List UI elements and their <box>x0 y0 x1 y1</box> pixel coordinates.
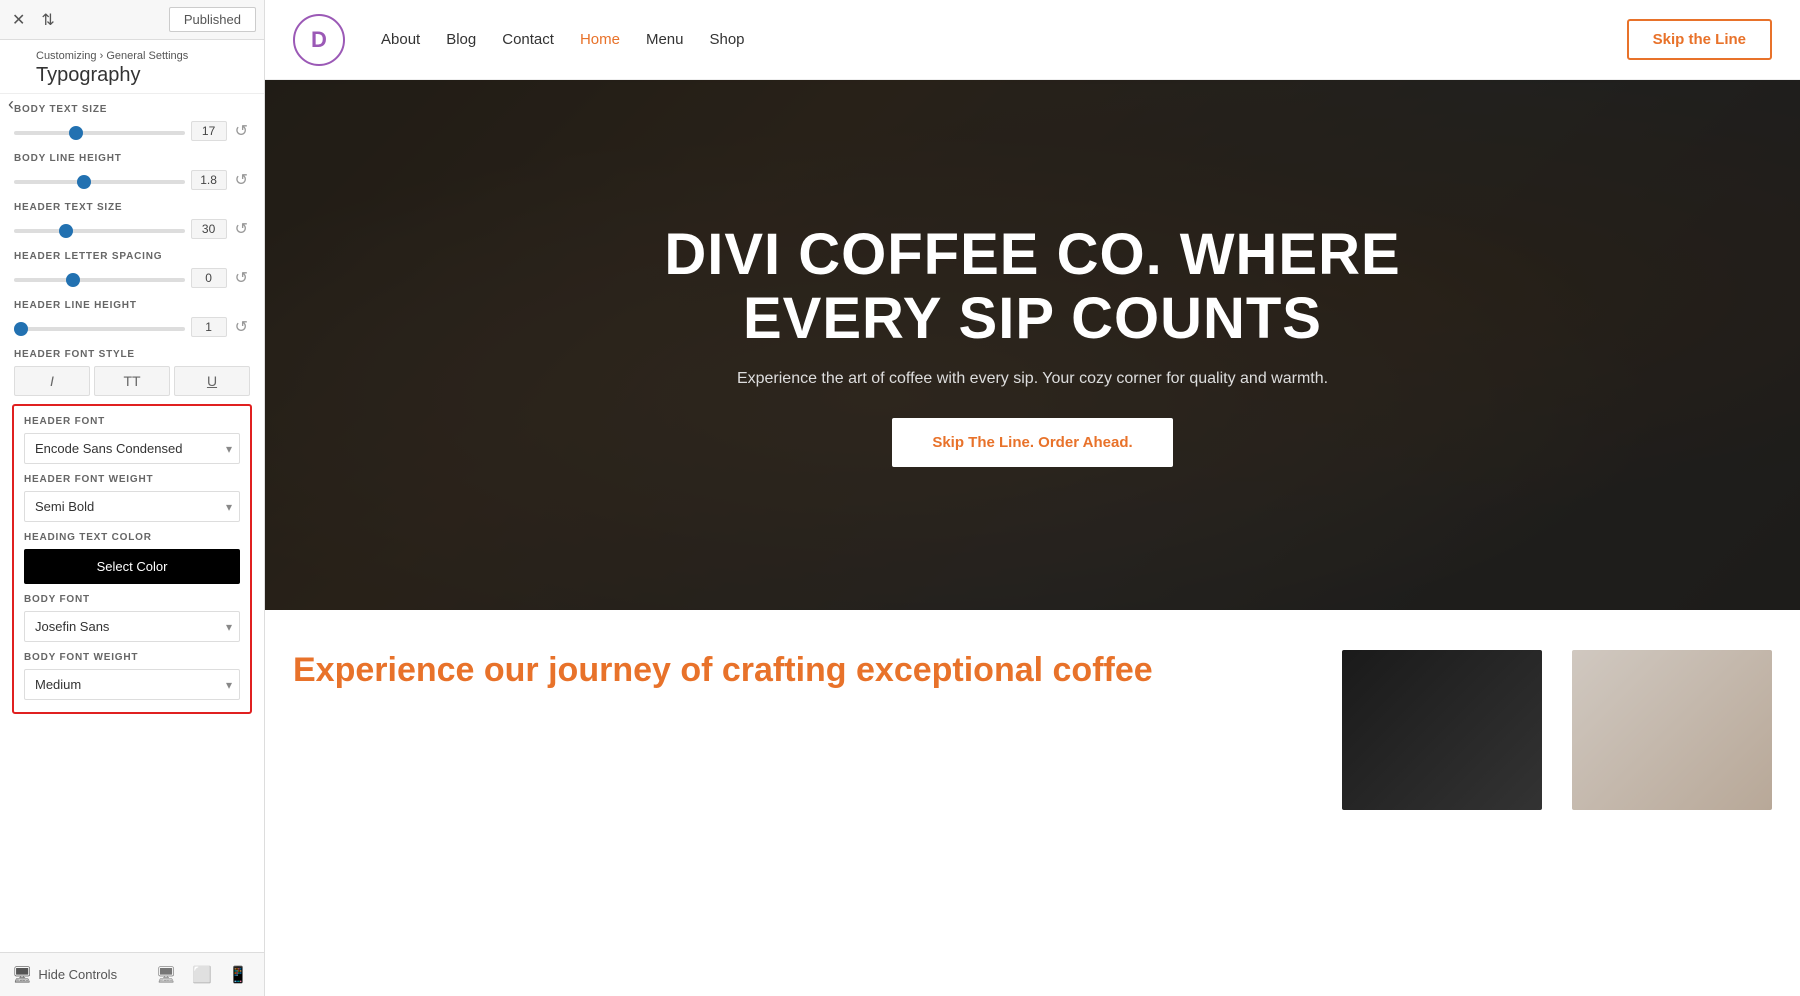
header-font-select-wrap: Encode Sans Condensed Arial Georgia Robo… <box>24 433 240 464</box>
header-letter-spacing-slider-wrap <box>14 269 185 287</box>
swap-icon[interactable]: ⇅ <box>37 8 58 32</box>
header-line-height-slider-wrap <box>14 318 185 336</box>
site-navigation: D About Blog Contact Home Menu Shop Skip… <box>265 0 1800 80</box>
left-panel: ✕ ⇅ Published ‹ Customizing › General Se… <box>0 0 265 996</box>
header-letter-spacing-reset[interactable]: ↺ <box>233 268 250 288</box>
site-logo: D <box>293 14 345 66</box>
nav-link-menu[interactable]: Menu <box>646 31 684 48</box>
header-line-height-reset[interactable]: ↺ <box>233 317 250 337</box>
header-line-height-row: 1 ↺ <box>14 317 250 337</box>
header-letter-spacing-label: HEADER LETTER SPACING <box>14 251 250 262</box>
header-letter-spacing-row: 0 ↺ <box>14 268 250 288</box>
body-line-height-row: 1.8 ↺ <box>14 170 250 190</box>
body-font-select[interactable]: Josefin Sans Arial Georgia Lato <box>24 611 240 642</box>
body-font-label: BODY FONT <box>24 594 240 605</box>
header-font-weight-select-wrap: Semi Bold Normal Bold Light ▾ <box>24 491 240 522</box>
controls-area: BODY TEXT SIZE 17 ↺ BODY LINE HEIGHT 1.8… <box>0 94 264 952</box>
header-text-size-slider-wrap <box>14 220 185 238</box>
header-text-size-label: HEADER TEXT SIZE <box>14 202 250 213</box>
header-text-size-input[interactable]: 30 <box>191 219 227 239</box>
breadcrumb: Customizing › General Settings <box>14 50 250 62</box>
select-color-button[interactable]: Select Color <box>24 549 240 584</box>
below-hero-image-2 <box>1572 650 1772 810</box>
body-line-height-input[interactable]: 1.8 <box>191 170 227 190</box>
close-icon[interactable]: ✕ <box>8 8 29 32</box>
mobile-icon[interactable]: 📱 <box>224 963 252 987</box>
panel-title: Typography <box>14 64 250 87</box>
body-text-size-label: BODY TEXT SIZE <box>14 104 250 115</box>
body-text-size-input[interactable]: 17 <box>191 121 227 141</box>
bottom-bar: 🖥 Hide Controls 🖥 ⬜ 📱 <box>0 952 264 996</box>
below-hero-image-1 <box>1342 650 1542 810</box>
hide-controls-label: Hide Controls <box>38 967 117 982</box>
nav-link-contact[interactable]: Contact <box>502 31 554 48</box>
header-font-weight-select[interactable]: Semi Bold Normal Bold Light <box>24 491 240 522</box>
body-text-size-slider-wrap <box>14 122 185 140</box>
hero-section: DIVI COFFEE CO. WHERE EVERY SIP COUNTS E… <box>265 80 1800 610</box>
nav-link-blog[interactable]: Blog <box>446 31 476 48</box>
nav-link-shop[interactable]: Shop <box>709 31 744 48</box>
header-font-label: HEADER FONT <box>24 416 240 427</box>
body-font-weight-label: BODY FONT WEIGHT <box>24 652 240 663</box>
body-text-size-slider[interactable] <box>14 131 185 135</box>
back-button[interactable]: ‹ <box>0 90 22 119</box>
font-style-italic-button[interactable]: I <box>14 366 90 396</box>
preview-area: D About Blog Contact Home Menu Shop Skip… <box>265 0 1800 996</box>
hero-subtitle: Experience the art of coffee with every … <box>653 370 1413 388</box>
below-hero-title: Experience our journey of crafting excep… <box>293 650 1312 691</box>
hero-cta-button[interactable]: Skip The Line. Order Ahead. <box>892 418 1172 467</box>
body-font-select-wrap: Josefin Sans Arial Georgia Lato ▾ <box>24 611 240 642</box>
nav-links: About Blog Contact Home Menu Shop <box>381 31 745 48</box>
header-text-size-row: 30 ↺ <box>14 219 250 239</box>
top-bar-icons: ✕ ⇅ <box>8 8 59 32</box>
heading-text-color-label: HEADING TEXT COLOR <box>24 532 240 543</box>
below-hero-text: Experience our journey of crafting excep… <box>293 650 1312 976</box>
header-font-weight-label: HEADER FONT WEIGHT <box>24 474 240 485</box>
body-line-height-slider-wrap <box>14 171 185 189</box>
font-style-tt-button[interactable]: TT <box>94 366 170 396</box>
body-text-size-reset[interactable]: ↺ <box>233 121 250 141</box>
header-line-height-input[interactable]: 1 <box>191 317 227 337</box>
highlighted-section: HEADER FONT Encode Sans Condensed Arial … <box>12 404 252 714</box>
font-style-underline-button[interactable]: U <box>174 366 250 396</box>
body-font-weight-select-wrap: Medium Normal Bold Light ▾ <box>24 669 240 700</box>
top-bar: ✕ ⇅ Published <box>0 0 264 40</box>
tablet-icon[interactable]: ⬜ <box>188 963 216 987</box>
header-font-style-label: HEADER FONT STYLE <box>14 349 250 360</box>
hide-controls-button[interactable]: 🖥 Hide Controls <box>12 965 117 985</box>
published-button[interactable]: Published <box>169 7 256 32</box>
breadcrumb-area: ‹ Customizing › General Settings Typogra… <box>0 40 264 94</box>
header-line-height-label: HEADER LINE HEIGHT <box>14 300 250 311</box>
nav-link-home[interactable]: Home <box>580 31 620 48</box>
header-text-size-reset[interactable]: ↺ <box>233 219 250 239</box>
desktop-icon[interactable]: 🖥 <box>152 963 180 987</box>
body-text-size-row: 17 ↺ <box>14 121 250 141</box>
monitor-icon: 🖥 <box>12 965 32 985</box>
body-line-height-label: BODY LINE HEIGHT <box>14 153 250 164</box>
header-letter-spacing-slider[interactable] <box>14 278 185 282</box>
body-font-weight-select[interactable]: Medium Normal Bold Light <box>24 669 240 700</box>
header-line-height-slider[interactable] <box>14 327 185 331</box>
below-hero-section: Experience our journey of crafting excep… <box>265 610 1800 996</box>
hero-content: DIVI COFFEE CO. WHERE EVERY SIP COUNTS E… <box>633 223 1433 468</box>
body-line-height-reset[interactable]: ↺ <box>233 170 250 190</box>
header-font-select[interactable]: Encode Sans Condensed Arial Georgia Robo… <box>24 433 240 464</box>
nav-cta-button[interactable]: Skip the Line <box>1627 19 1772 60</box>
hero-title: DIVI COFFEE CO. WHERE EVERY SIP COUNTS <box>653 223 1413 351</box>
device-icons-group: 🖥 ⬜ 📱 <box>152 963 252 987</box>
font-style-row: I TT U <box>14 366 250 396</box>
header-text-size-slider[interactable] <box>14 229 185 233</box>
body-line-height-slider[interactable] <box>14 180 185 184</box>
nav-left: D About Blog Contact Home Menu Shop <box>293 14 745 66</box>
header-letter-spacing-input[interactable]: 0 <box>191 268 227 288</box>
nav-link-about[interactable]: About <box>381 31 420 48</box>
